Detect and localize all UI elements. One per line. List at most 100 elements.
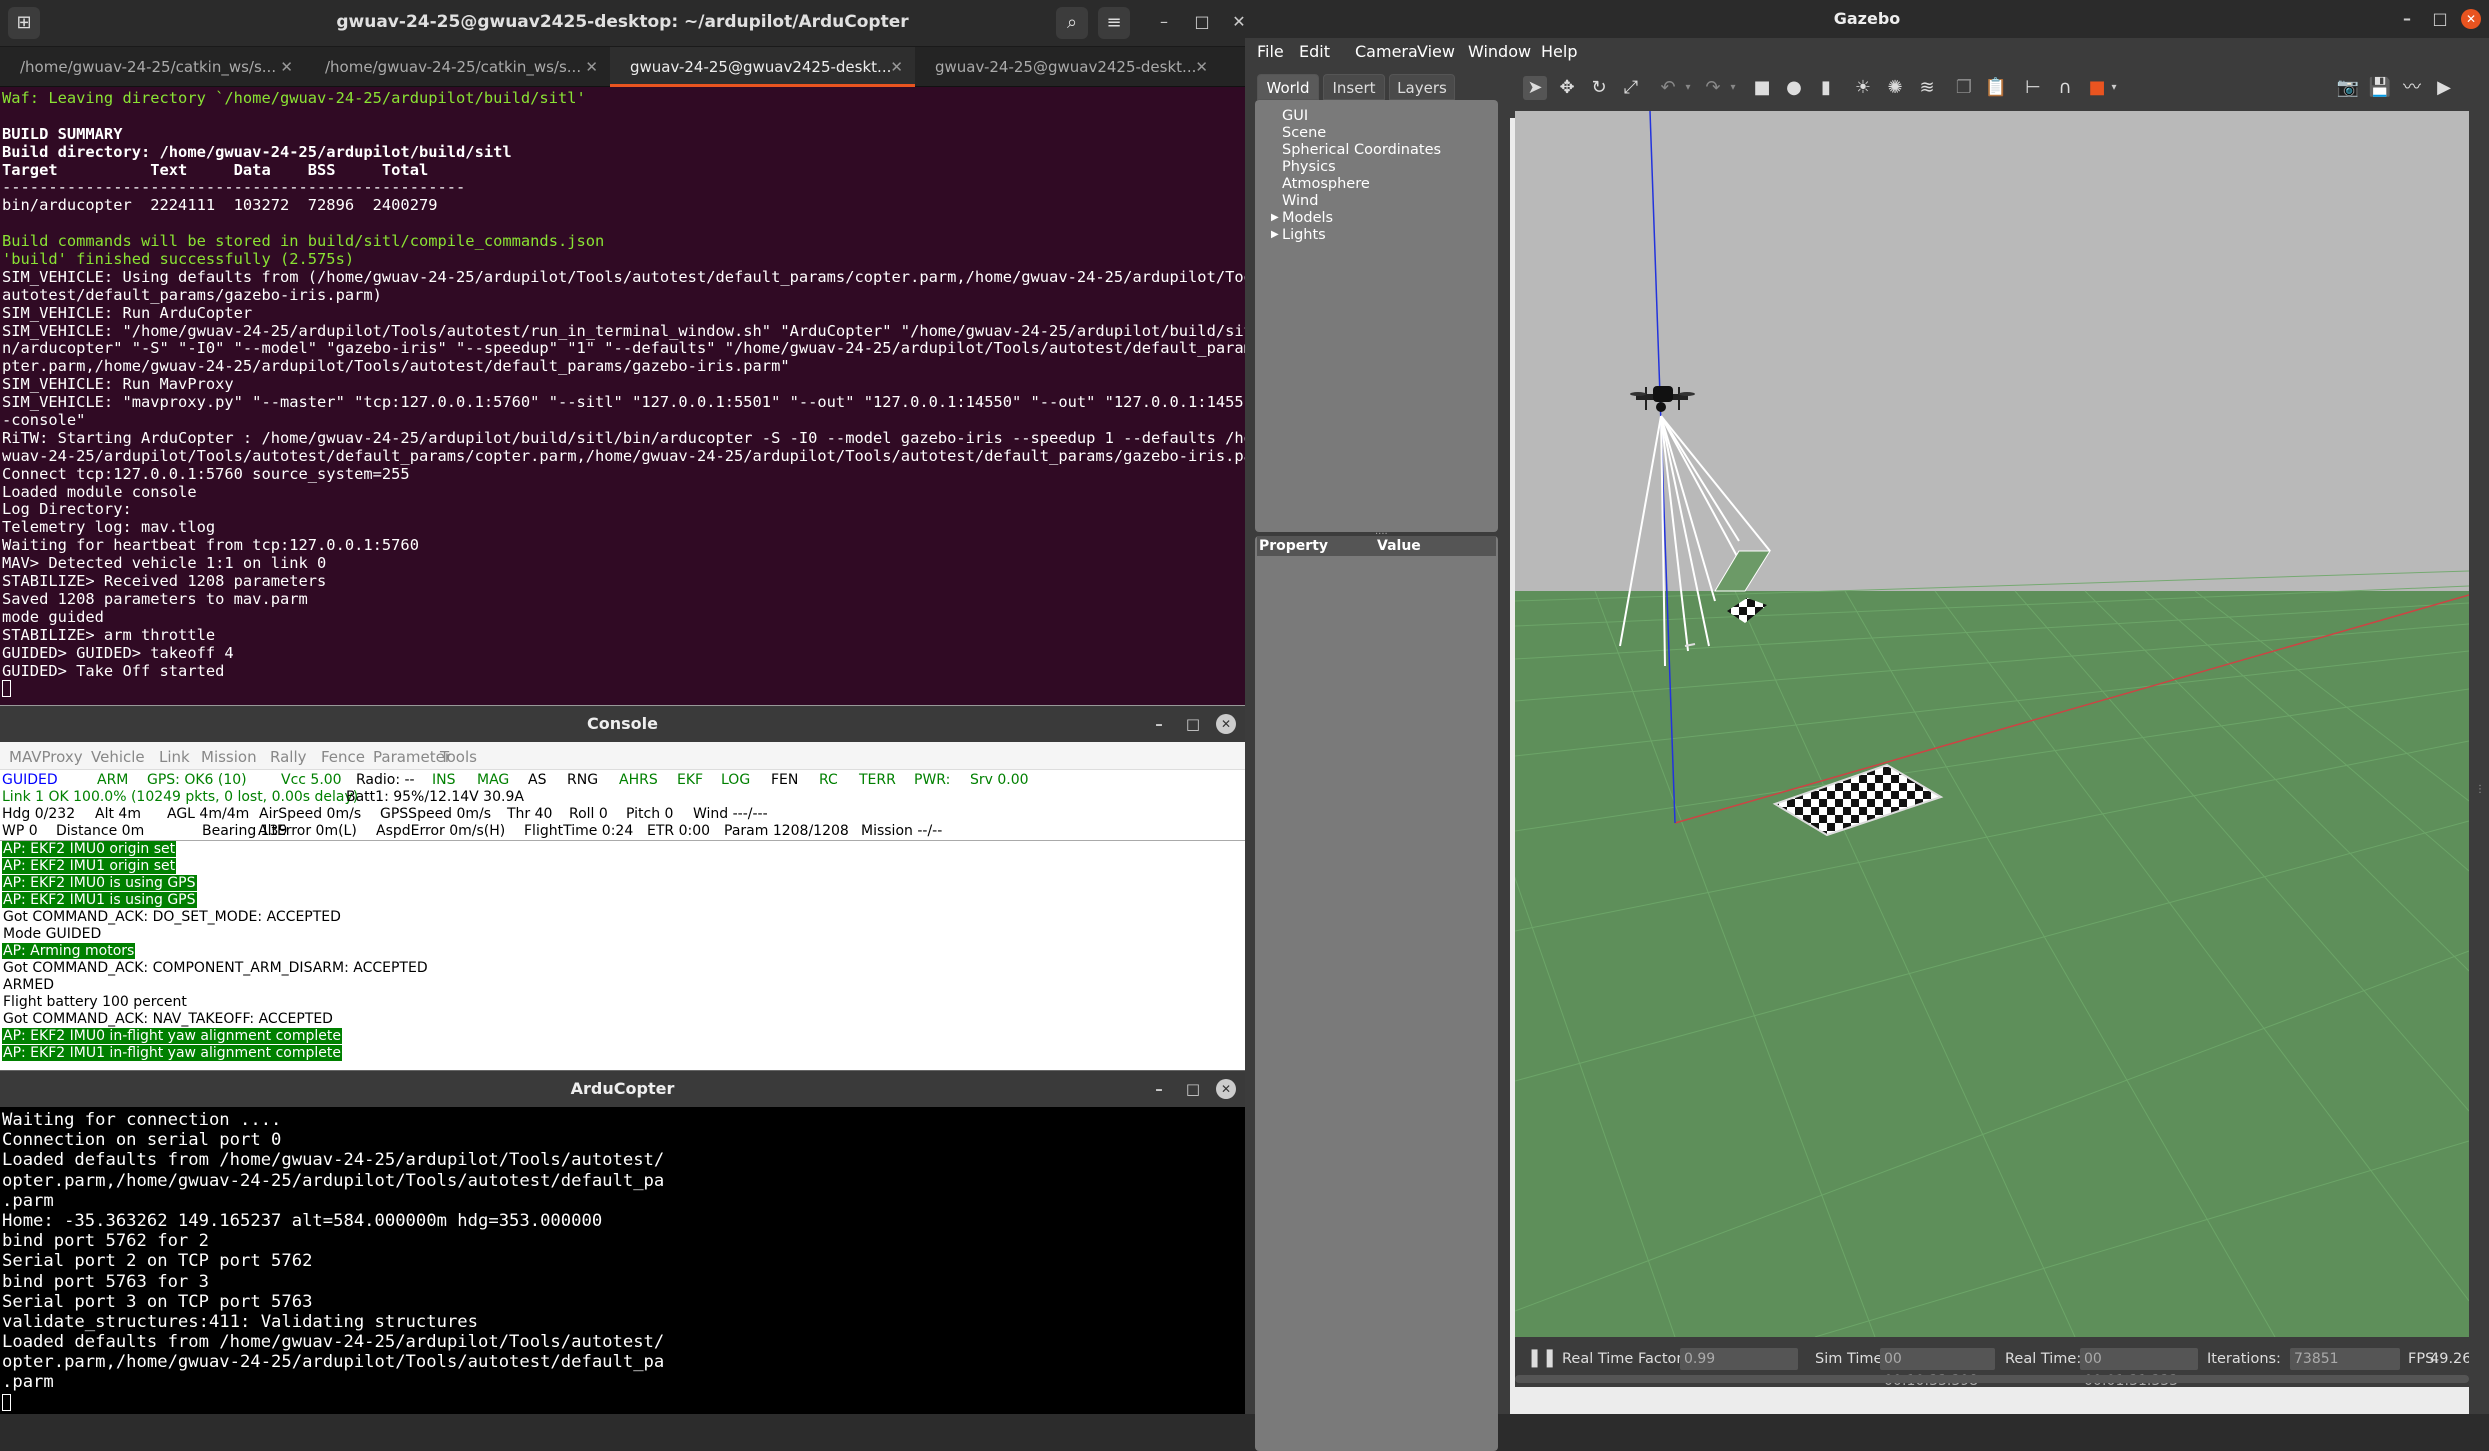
status-item: AirSpeed 0m/s (259, 806, 362, 822)
hamburger-menu-icon[interactable]: ≡ (1098, 7, 1130, 39)
gazebo-menu-view[interactable]: View (1417, 42, 1455, 61)
snap-icon[interactable]: ∩ (2053, 76, 2077, 100)
gazebo-menu-edit[interactable]: Edit (1299, 42, 1330, 61)
status-item: ARM (97, 772, 129, 788)
box-shape-icon[interactable]: ■ (1750, 76, 1774, 100)
gazebo-menu-help[interactable]: Help (1541, 42, 1577, 61)
arducopter-output[interactable]: Waiting for connection .... Connection on… (0, 1107, 1245, 1415)
console-menu-bar: MAVProxy Vehicle Link Mission Rally Fence Para… (0, 742, 1245, 770)
directional-light-icon[interactable]: ≋ (1915, 76, 1939, 100)
terminal-titlebar: ⊞ gwuav-24-25@gwuav2425-desktop: ~/ardup… (0, 0, 1246, 47)
tree-item-spherical-coordinates[interactable]: Spherical Coordinates (1282, 142, 1441, 158)
gazebo-menu-camera[interactable]: Camera (1355, 42, 1418, 61)
log-icon[interactable]: 💾 (2368, 76, 2392, 100)
tree-item-label: Physics (1282, 159, 1336, 175)
tree-item-physics[interactable]: Physics (1282, 159, 1336, 175)
close-icon[interactable]: ✕ (1195, 47, 1208, 87)
viewport-horizontal-scrollbar[interactable] (1515, 1375, 2469, 1383)
tab-insert[interactable]: Insert (1323, 74, 1385, 100)
status-item: FlightTime 0:24 (524, 823, 634, 839)
expand-arrow-icon[interactable]: ▶ (1271, 212, 1279, 223)
tree-item-models[interactable]: ▶ Models (1271, 210, 1333, 226)
console-log-line: Got COMMAND_ACK: DO_SET_MODE: ACCEPTED (2, 909, 1245, 926)
close-button[interactable]: ✕ (2461, 9, 2481, 29)
minimize-button[interactable]: – (1148, 1071, 1170, 1107)
console-menu-link[interactable]: Link (159, 748, 190, 766)
terminal-tab[interactable]: /home/gwuav-24-25/catkin_ws/s... ✕ (305, 47, 610, 87)
collapse-handle-icon[interactable]: ⋮ (2475, 784, 2485, 795)
terminal-tab[interactable]: /home/gwuav-24-25/catkin_ws/s... ✕ (0, 47, 305, 87)
pause-icon[interactable]: ❚❚ (1527, 1347, 1557, 1368)
tree-item-gui[interactable]: GUI (1282, 108, 1308, 124)
terminal-output[interactable]: Waf: Leaving directory `/home/gwuav-24-2… (0, 87, 1245, 705)
undo-dropdown-icon[interactable]: ▾ (1676, 76, 1700, 100)
plot-icon[interactable]: 〰 (2400, 76, 2424, 100)
maximize-button[interactable]: □ (1182, 1071, 1204, 1107)
video-record-icon[interactable]: ▶ (2432, 76, 2456, 100)
translate-mode-icon[interactable]: ✥ (1555, 76, 1579, 100)
select-mode-icon[interactable]: ➤ (1523, 76, 1547, 100)
right-panel-collapse-bar[interactable]: ⋮ (2469, 64, 2489, 1414)
expand-arrow-icon[interactable]: ▶ (1271, 229, 1279, 240)
tab-layers[interactable]: Layers (1389, 74, 1455, 100)
tree-item-lights[interactable]: ▶ Lights (1271, 227, 1326, 243)
console-message-log[interactable]: AP: EKF2 IMU0 origin set AP: EKF2 IMU1 or… (0, 840, 1245, 1071)
close-icon[interactable]: ✕ (280, 47, 293, 87)
maximize-button[interactable]: □ (1190, 12, 1214, 31)
scale-mode-icon[interactable]: ⤢ (1619, 76, 1643, 100)
minimize-button[interactable]: – (2395, 0, 2419, 38)
terminal-tab-active[interactable]: gwuav-24-25@gwuav2425-deskt... ✕ (610, 47, 915, 87)
cylinder-shape-icon[interactable]: ▮ (1814, 76, 1838, 100)
view-dropdown-icon[interactable]: ▾ (2102, 76, 2126, 100)
redo-dropdown-icon[interactable]: ▾ (1721, 76, 1745, 100)
console-menu-tools[interactable]: Tools (440, 748, 477, 766)
arducopter-line: Home: -35.363262 149.165237 alt=584.0000… (2, 1210, 603, 1231)
spot-light-icon[interactable]: ✺ (1883, 76, 1907, 100)
close-button[interactable]: ✕ (1216, 1079, 1236, 1099)
terminal-tab[interactable]: gwuav-24-25@gwuav2425-deskt... ✕ (915, 47, 1220, 87)
console-menu-rally[interactable]: Rally (270, 748, 307, 766)
tab-label: gwuav-24-25@gwuav2425-deskt... (935, 58, 1197, 76)
console-log-line: AP: EKF2 IMU1 origin set (2, 858, 1245, 875)
point-light-icon[interactable]: ☀ (1851, 76, 1875, 100)
tab-world[interactable]: World (1257, 74, 1319, 100)
terminal-line: RiTW: Starting ArduCopter : /home/gwuav-… (2, 428, 1245, 447)
gazebo-menu-bar: File Edit Camera View Window Help (1245, 38, 2489, 64)
console-menu-vehicle[interactable]: Vehicle (91, 748, 145, 766)
minimize-button[interactable]: – (1148, 706, 1170, 742)
screenshot-icon[interactable]: 📷 (2336, 76, 2360, 100)
align-icon[interactable]: ⊢ (2021, 76, 2045, 100)
maximize-button[interactable]: □ (2428, 0, 2452, 38)
gazebo-menu-window[interactable]: Window (1468, 42, 1531, 61)
minimize-button[interactable]: – (1152, 12, 1176, 31)
status-item: PWR: (914, 772, 951, 788)
terminal-line: SIM_VEHICLE: "/home/gwuav-24-25/ardupilo… (2, 321, 1245, 340)
terminal-line: STABILIZE> arm throttle (2, 625, 216, 644)
tree-item-atmosphere[interactable]: Atmosphere (1282, 176, 1370, 192)
status-item: EKF (677, 772, 704, 788)
tree-item-wind[interactable]: Wind (1282, 193, 1318, 209)
terminal-line: GUIDED> GUIDED> takeoff 4 (2, 643, 234, 662)
status-item: FEN (771, 772, 799, 788)
ground-plane (1515, 591, 2469, 1337)
terminal-tab-bar: /home/gwuav-24-25/catkin_ws/s... ✕ /home/… (0, 47, 1245, 87)
close-icon[interactable]: ✕ (890, 47, 903, 84)
rotate-mode-icon[interactable]: ↻ (1587, 76, 1611, 100)
maximize-button[interactable]: □ (1182, 706, 1204, 742)
search-icon[interactable]: ⌕ (1056, 7, 1088, 39)
status-item: Srv 0.00 (970, 772, 1029, 788)
gazebo-window: Gazebo – □ ✕ File Edit Camera View Window Hel… (1245, 0, 2489, 1451)
gazebo-3d-viewport[interactable] (1515, 111, 2469, 1337)
property-header: Property Value (1257, 536, 1496, 556)
console-menu-mavproxy[interactable]: MAVProxy (9, 748, 83, 766)
tree-item-scene[interactable]: Scene (1282, 125, 1326, 141)
console-menu-fence[interactable]: Fence (321, 748, 365, 766)
close-icon[interactable]: ✕ (585, 47, 598, 87)
console-menu-mission[interactable]: Mission (201, 748, 257, 766)
sphere-shape-icon[interactable]: ● (1782, 76, 1806, 100)
copy-icon[interactable]: ❐ (1952, 76, 1976, 100)
console-log-text: AP: EKF2 IMU1 origin set (2, 858, 177, 874)
gazebo-menu-file[interactable]: File (1257, 42, 1284, 61)
paste-icon[interactable]: 📋 (1984, 76, 2008, 100)
close-button[interactable]: ✕ (1216, 714, 1236, 734)
